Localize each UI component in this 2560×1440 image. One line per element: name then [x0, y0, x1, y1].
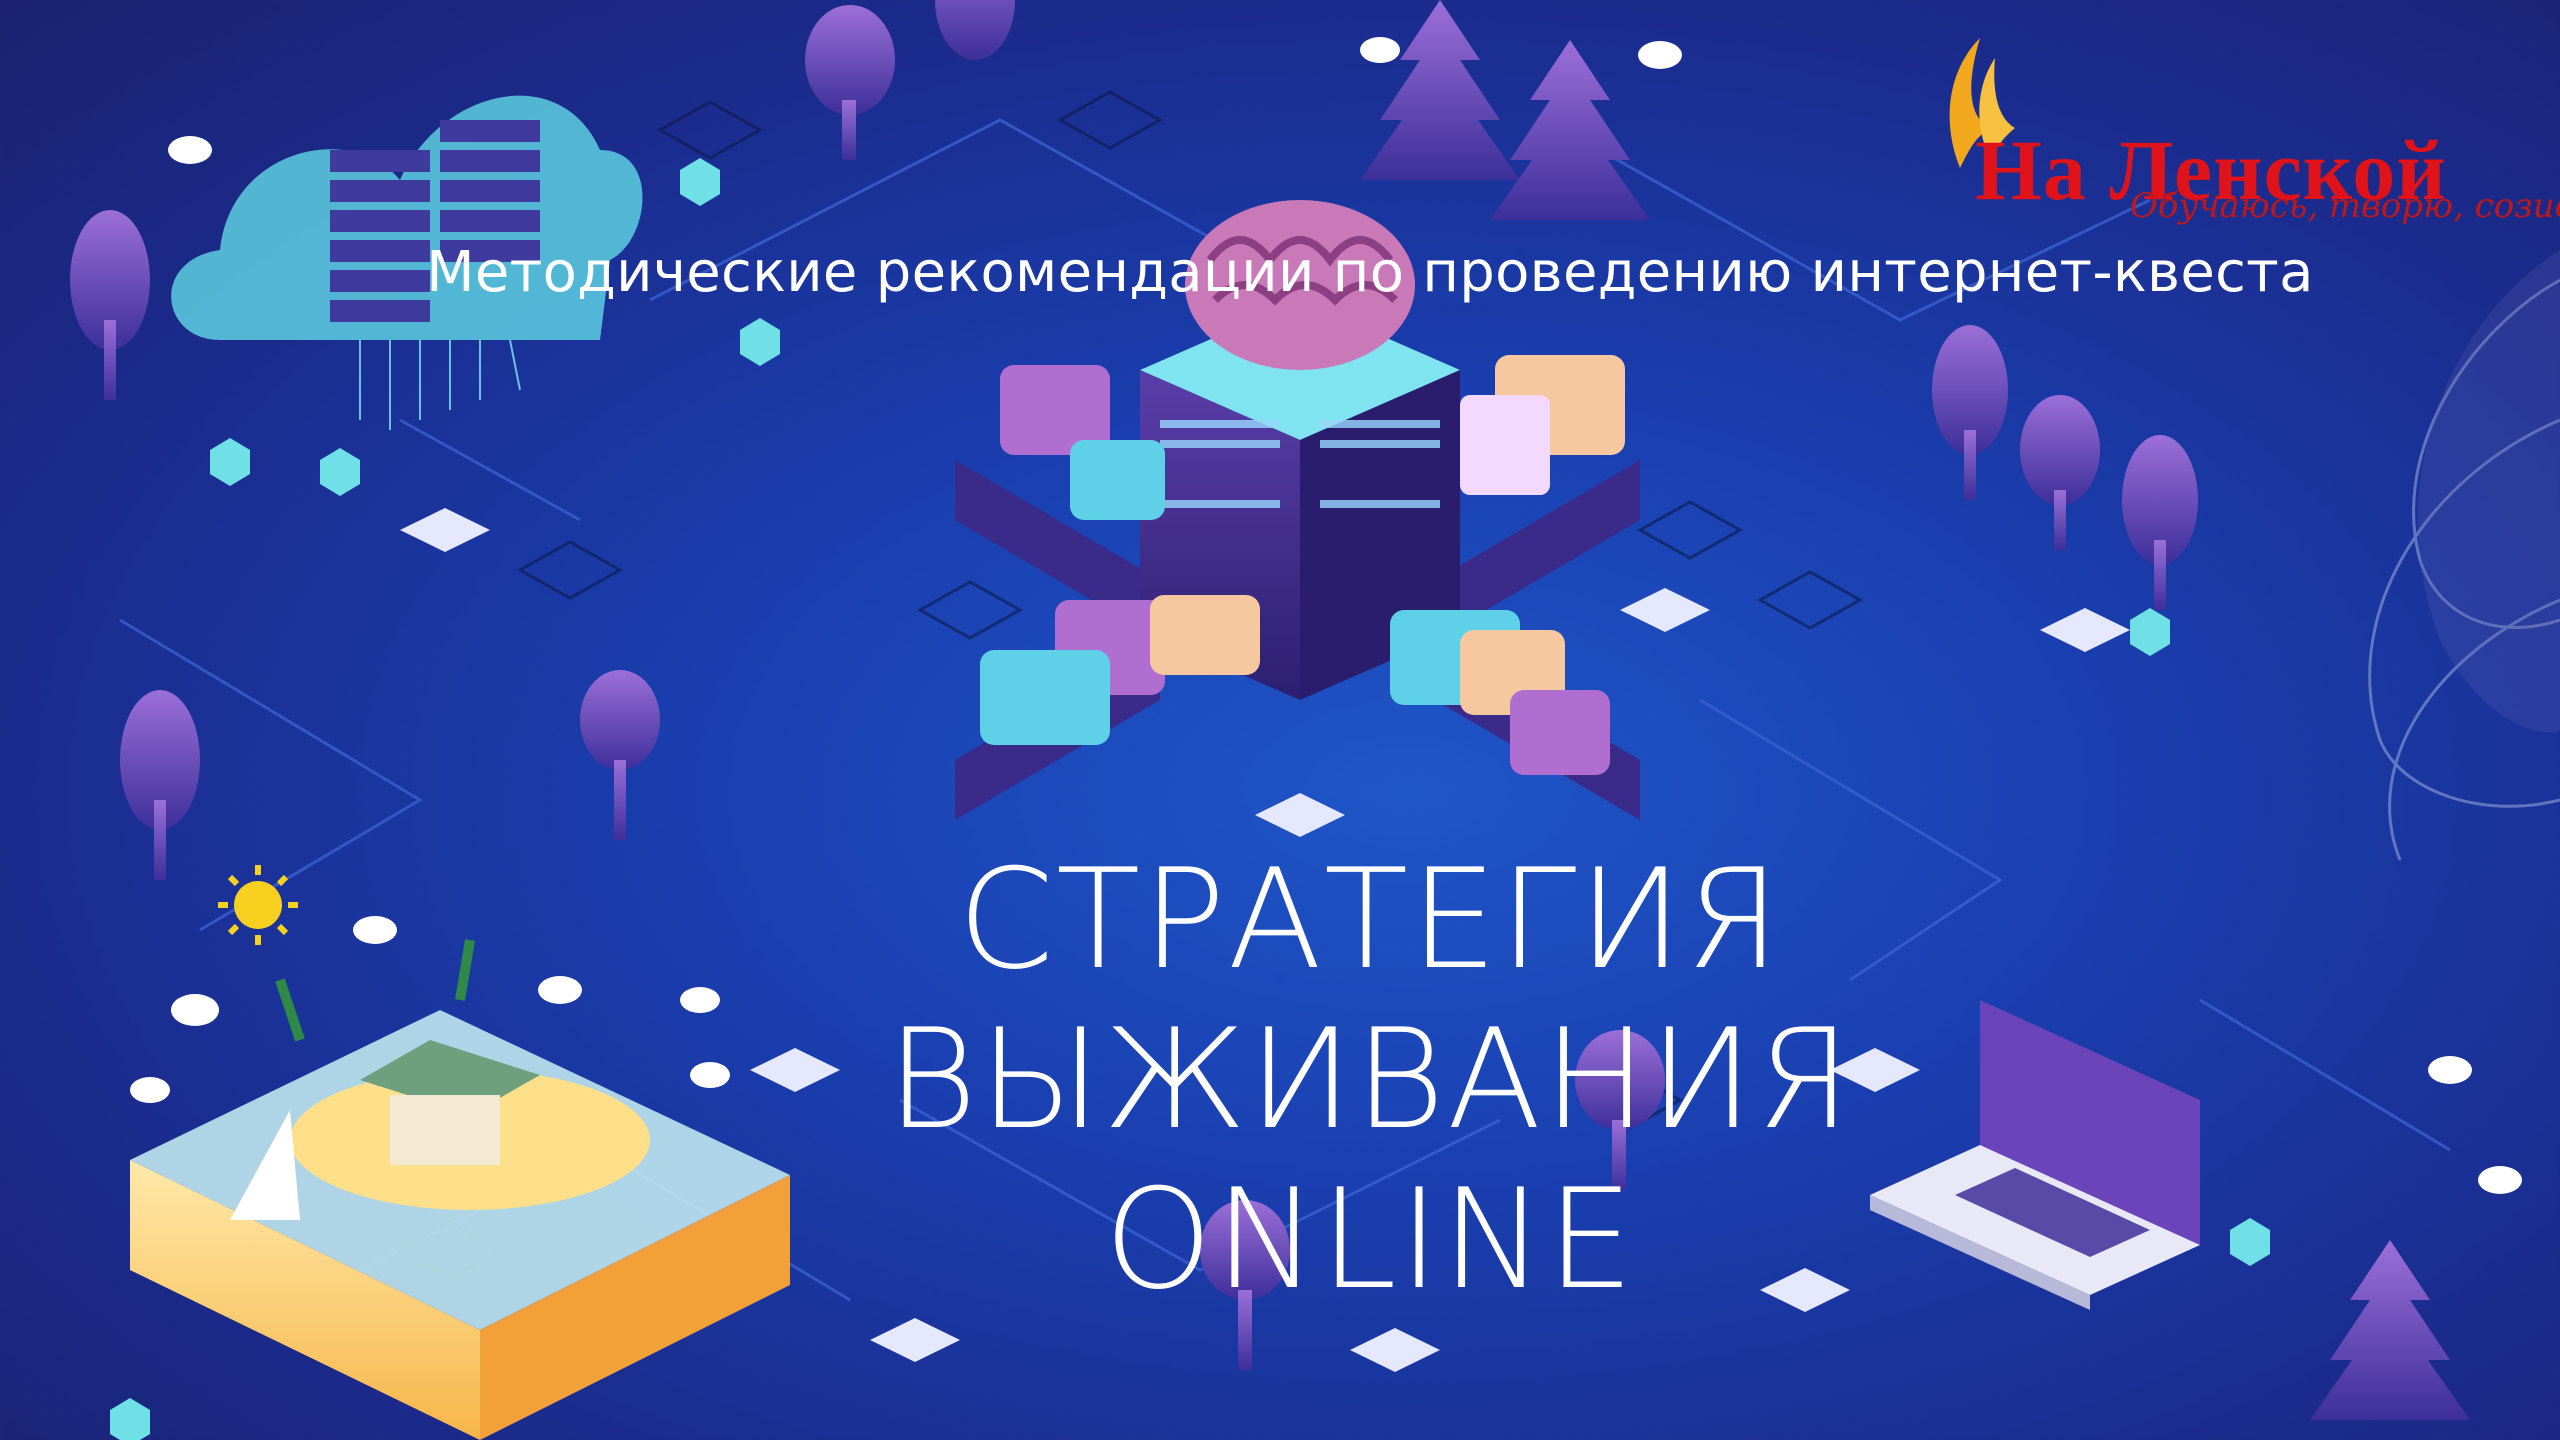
slide: Методические рекомендации по проведению … — [0, 0, 2560, 1440]
slide-subtitle: Методические рекомендации по проведению … — [426, 240, 2314, 305]
school-logo: На Ленской Обучаюсь, творю, созидаю — [1920, 28, 2560, 248]
logo-tagline: Обучаюсь, творю, созидаю — [2130, 186, 2560, 226]
wing-shape — [2417, 250, 2560, 733]
slide-title-line-1: СТРАТЕГИЯ ВЫЖИВАНИЯ — [886, 839, 1854, 1160]
sun-icon — [218, 865, 298, 945]
slide-title: СТРАТЕГИЯ ВЫЖИВАНИЯ ONLINE — [500, 840, 2240, 1320]
slide-title-line-2: ONLINE — [1104, 1159, 1636, 1320]
